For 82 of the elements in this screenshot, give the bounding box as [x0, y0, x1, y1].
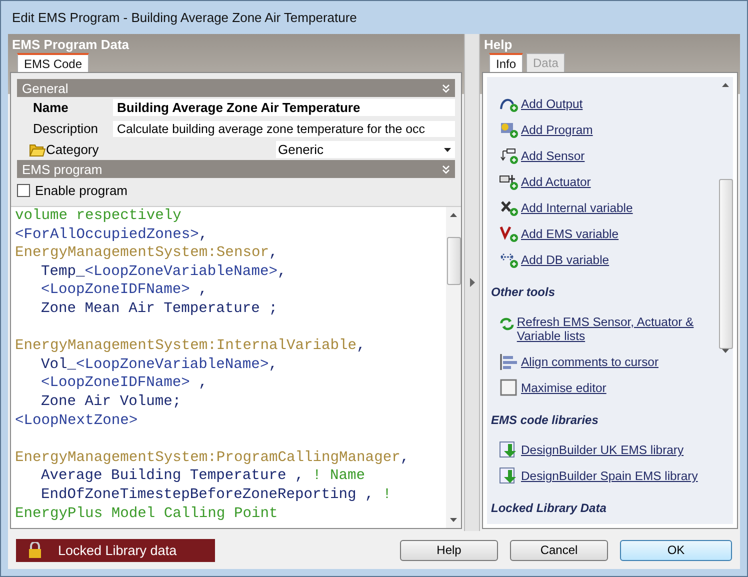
code-keyword: EnergyManagementSystem:ProgramCallingManager [15, 450, 400, 466]
help-link[interactable]: Add Internal variable [521, 201, 633, 215]
scroll-up-icon[interactable] [450, 213, 457, 217]
x-plus-icon[interactable] [499, 199, 519, 217]
sensor-plus-icon[interactable] [499, 147, 519, 165]
code-tag: <ForAllOccupiedZones> [15, 226, 199, 243]
code-comment: ! [382, 486, 392, 503]
padlock-icon [28, 542, 42, 558]
panel-title: Help [484, 36, 514, 52]
help-link[interactable]: Add Actuator [521, 175, 591, 189]
scrollbar-thumb[interactable] [446, 237, 460, 285]
status-text: Locked Library data [58, 542, 177, 558]
code-comment: EnergyPlus Model Calling Point [15, 506, 278, 522]
dialog-button[interactable]: OK [620, 540, 732, 560]
text-field[interactable]: Calculate building average zone temperature for the occ [113, 120, 455, 136]
splitter-handle[interactable] [464, 34, 480, 531]
help-link[interactable]: Add Program [521, 123, 593, 137]
dialog-button[interactable]: Help [400, 540, 498, 560]
field-label: Description [32, 121, 100, 136]
panel-title: EMS Program Data [12, 36, 130, 52]
download-icon[interactable] [499, 441, 519, 459]
code-tag: <LoopZoneVariableName> [84, 264, 278, 280]
tab[interactable]: EMS Code [17, 53, 90, 72]
help-link[interactable]: Add DB variable [521, 253, 610, 267]
code-text: EndOfZoneTimestepBeforeZoneReporting , [41, 486, 375, 503]
code-tag: <LoopZoneIDFName> [41, 282, 190, 298]
scrollbar[interactable] [718, 77, 733, 524]
code-text: Zone Air Volume; [41, 394, 182, 410]
code-text: , [400, 450, 410, 466]
folder-icon [29, 142, 46, 156]
help-link[interactable]: Refresh EMS Sensor, Actuator & Variable lists [516, 315, 714, 343]
code-text: Zone Mean Air Temperature ; [41, 300, 278, 317]
help-link[interactable]: DesignBuilder UK EMS library [521, 443, 684, 457]
code-tag: <LoopZoneVariableName> [76, 356, 269, 373]
code-text: , [268, 356, 278, 373]
align-left-icon[interactable] [499, 353, 519, 371]
help-link[interactable]: Add EMS variable [521, 227, 619, 241]
scrollbar-thumb[interactable] [718, 179, 732, 349]
section-heading: Other tools [491, 284, 556, 301]
checkbox[interactable] [17, 184, 30, 196]
help-link[interactable]: Align comments to cursor [521, 355, 658, 369]
refresh-icon[interactable] [499, 315, 515, 333]
code-keyword: EnergyManagementSystem:Sensor [15, 245, 269, 262]
code-text: Average Building Temperature , [41, 468, 305, 484]
field-label: Name [32, 100, 70, 115]
code-text: , [198, 282, 208, 298]
tab[interactable]: Info [489, 53, 524, 72]
dialog-button[interactable]: Cancel [510, 540, 608, 560]
code-text: Vol_ [41, 356, 76, 373]
section-heading: EMS code libraries [491, 412, 600, 429]
scrollbar[interactable] [446, 207, 461, 528]
code-text: , [198, 226, 208, 243]
scroll-up-icon[interactable] [722, 83, 729, 87]
help-link[interactable]: Add Sensor [521, 149, 585, 163]
square-icon[interactable] [499, 379, 519, 397]
code-tag: <LoopNextZone> [15, 412, 138, 429]
help-link[interactable]: Add Output [521, 97, 583, 111]
code-text: , [277, 264, 286, 280]
section-heading: Locked Library Data [491, 500, 608, 517]
help-link[interactable]: Maximise editor [521, 381, 606, 395]
actuator-plus-icon[interactable] [499, 173, 519, 191]
text-field[interactable]: Building Average Zone Air Temperature [113, 99, 455, 116]
window-title: Edit EMS Program - Building Average Zone Air Temperature [12, 10, 357, 25]
code-keyword: EnergyManagementSystem:InternalVariable [15, 338, 357, 354]
collapse-icon[interactable] [442, 164, 450, 174]
scroll-down-icon[interactable] [450, 518, 457, 522]
checkbox-label: Enable program [35, 182, 128, 198]
code-text: , [268, 245, 278, 262]
collapse-icon[interactable] [442, 84, 450, 92]
help-link[interactable]: DesignBuilder Spain EMS library [521, 469, 698, 483]
caret-icon[interactable] [444, 148, 451, 152]
code-text: Temp_ [41, 264, 85, 280]
dropdown[interactable]: Generic [276, 141, 455, 158]
code-text: , [198, 375, 208, 392]
code-comment: ! Name [312, 468, 366, 484]
code-comment: volume respectively [15, 208, 182, 224]
download-icon[interactable] [499, 467, 519, 485]
code-text: , [356, 338, 366, 354]
arrows-plus-icon[interactable] [499, 251, 519, 269]
v-plus-icon[interactable] [499, 225, 519, 243]
code-tag: <LoopZoneIDFName> [41, 375, 190, 392]
field-label: Category [46, 142, 100, 157]
